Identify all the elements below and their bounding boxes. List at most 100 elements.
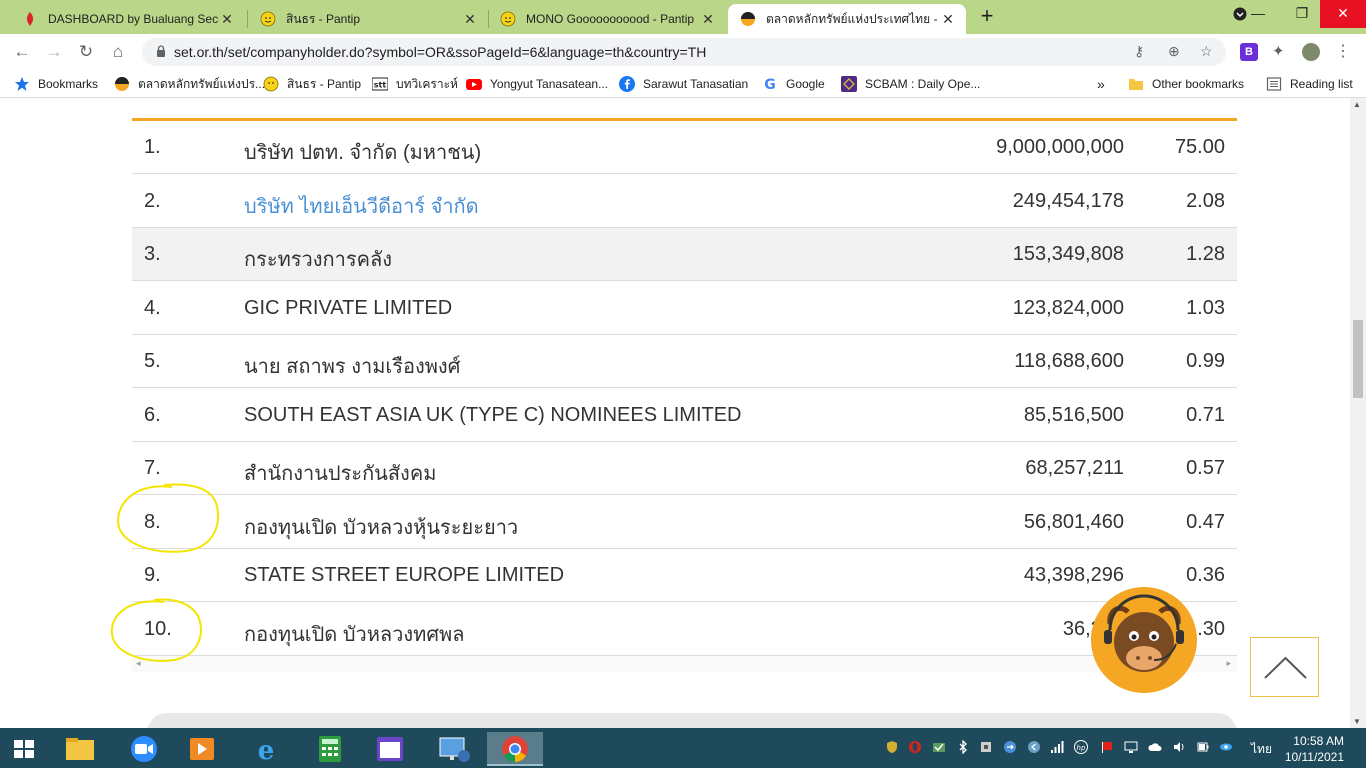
rank-cell: 7. xyxy=(144,457,161,479)
shareholder-name-cell: กองทุนเปิด บัวหลวงหุ้นระยะยาว xyxy=(244,517,519,539)
menu-kebab-icon[interactable]: ⋮ xyxy=(1334,43,1352,61)
minimize-button[interactable]: — xyxy=(1236,0,1280,28)
table-row: 8. กองทุนเปิด บัวหลวงหุ้นระยะยาว 56,801,… xyxy=(132,496,1237,549)
bookmark-facebook[interactable]: Sarawut Tanasatian xyxy=(619,76,748,92)
scbam-icon xyxy=(841,76,857,92)
table-row: 4. GIC PRIVATE LIMITED 123,824,000 1.03 xyxy=(132,282,1237,335)
usb-device-tray-icon[interactable] xyxy=(979,740,993,754)
table-horizontal-scrollbar[interactable]: ◂ ▸ xyxy=(132,656,1237,672)
bookmark-bookmarks[interactable]: Bookmarks xyxy=(14,76,98,92)
annotation-circle-row-8 xyxy=(116,483,220,553)
bookmark-google[interactable]: G Google xyxy=(762,76,825,92)
forward-arrow-icon[interactable]: → xyxy=(42,40,66,64)
internet-explorer-icon[interactable]: e xyxy=(242,732,290,766)
chrome-icon xyxy=(502,736,528,762)
volume-icon[interactable] xyxy=(1172,740,1186,754)
flag-tray-icon[interactable] xyxy=(1100,740,1114,754)
hp-tray-icon[interactable]: hp xyxy=(1074,740,1088,754)
tab-close-icon[interactable]: ✕ xyxy=(940,11,956,28)
tab-close-icon[interactable]: ✕ xyxy=(462,11,478,28)
page-vertical-scrollbar[interactable]: ▲ ▼ xyxy=(1350,98,1366,728)
lock-icon xyxy=(157,45,165,57)
clock-date[interactable]: 10/11/2021 xyxy=(1285,750,1344,764)
home-icon[interactable]: ⌂ xyxy=(106,40,130,64)
zoom-icon[interactable]: ⊕ xyxy=(1168,43,1180,60)
percent-cell: 0.71 xyxy=(1186,404,1225,426)
table-row: 6. SOUTH EAST ASIA UK (TYPE C) NOMINEES … xyxy=(132,389,1237,442)
reading-list-icon xyxy=(1266,77,1282,91)
tab-pantip-mono[interactable]: MONO Gooooooooood - Pantip ✕ xyxy=(488,4,726,34)
shareholder-name-link[interactable]: บริษัท ไทยเอ็นวีดีอาร์ จำกัด xyxy=(244,190,479,222)
opera-tray-icon[interactable] xyxy=(908,740,922,754)
new-tab-button[interactable]: + xyxy=(976,5,998,28)
pantip-emoji-icon xyxy=(263,76,279,92)
scroll-right-icon[interactable]: ▸ xyxy=(1226,658,1231,669)
svg-text:e: e xyxy=(258,736,275,766)
address-bar[interactable]: set.or.th/set/companyholder.do?symbol=OR… xyxy=(142,38,1226,66)
bookmark-star-icon[interactable]: ☆ xyxy=(1200,43,1213,60)
bookmarks-overflow-chevron-icon[interactable]: » xyxy=(1097,76,1105,92)
zoom-app-icon[interactable] xyxy=(120,732,168,766)
rank-cell: 9. xyxy=(144,564,161,586)
table-row: 1. บริษัท ปตท. จำกัด (มหาชน) 9,000,000,0… xyxy=(132,121,1237,174)
signal-bars-icon[interactable] xyxy=(1050,740,1064,754)
chat-mascot-buffalo-icon[interactable] xyxy=(1090,586,1198,694)
onedrive-cloud-icon[interactable] xyxy=(1148,740,1162,754)
tab-pantip-sinthorn[interactable]: สินธร - Pantip ✕ xyxy=(248,4,488,34)
calculator-icon[interactable] xyxy=(306,732,354,766)
rank-cell: 5. xyxy=(144,350,161,372)
scroll-down-icon[interactable]: ▼ xyxy=(1353,717,1361,726)
file-explorer-icon[interactable] xyxy=(56,732,104,766)
bookmark-other-bookmarks[interactable]: Other bookmarks xyxy=(1128,76,1244,92)
table-row: 9. STATE STREET EUROPE LIMITED 43,398,29… xyxy=(132,549,1237,602)
eye-tray-icon[interactable] xyxy=(1219,740,1233,754)
bookmark-label: Google xyxy=(786,77,825,91)
back-arrow-icon[interactable]: ← xyxy=(10,40,34,64)
percent-cell: 1.28 xyxy=(1186,243,1225,265)
bookmark-scbam[interactable]: SCBAM : Daily Ope... xyxy=(841,76,980,92)
shield-tray-icon[interactable] xyxy=(885,740,899,754)
percent-cell: 0.36 xyxy=(1186,564,1225,586)
percent-cell: 0.99 xyxy=(1186,350,1225,372)
percent-cell: 0.57 xyxy=(1186,457,1225,479)
bookmark-set[interactable]: ตลาดหลักทรัพย์แห่งปร... xyxy=(114,76,265,92)
tab-set-active[interactable]: ตลาดหลักทรัพย์แห่งประเทศไทย - ข้อมู ✕ xyxy=(728,4,966,34)
stt-icon: stt xyxy=(372,77,388,91)
battery-icon[interactable] xyxy=(1196,740,1210,754)
chrome-taskbar-button[interactable] xyxy=(487,732,543,766)
extension-b-icon[interactable]: B xyxy=(1240,43,1258,61)
windows-start-icon[interactable] xyxy=(0,732,48,766)
reload-icon[interactable]: ↻ xyxy=(74,40,98,64)
tab-dashboard-bualuang[interactable]: DASHBOARD by Bualuang Securi ✕ xyxy=(10,4,245,34)
bookmark-stt[interactable]: stt บทวิเคราะห์ xyxy=(372,76,458,92)
bookmark-pantip[interactable]: สินธร - Pantip xyxy=(263,76,361,92)
table-row: 2. บริษัท ไทยเอ็นวีดีอาร์ จำกัด 249,454,… xyxy=(132,175,1237,228)
bookmark-youtube[interactable]: Yongyut Tanasatean... xyxy=(466,76,608,92)
tab-close-icon[interactable]: ✕ xyxy=(700,11,716,28)
chevron-up-icon xyxy=(1264,656,1307,679)
remote-desktop-icon[interactable] xyxy=(430,732,478,766)
reading-list-button[interactable]: Reading list xyxy=(1266,76,1353,92)
profile-avatar[interactable] xyxy=(1302,43,1320,61)
restore-button[interactable]: ❐ xyxy=(1280,0,1324,28)
scroll-up-icon[interactable]: ▲ xyxy=(1353,100,1361,109)
extensions-puzzle-icon[interactable]: ✦ xyxy=(1272,43,1290,61)
security-check-tray-icon[interactable] xyxy=(932,740,946,754)
tab-close-icon[interactable]: ✕ xyxy=(219,11,235,28)
close-window-button[interactable]: ✕ xyxy=(1320,0,1366,28)
back-circle-tray-icon[interactable] xyxy=(1027,740,1041,754)
key-icon[interactable]: ⚷ xyxy=(1134,43,1144,60)
bluetooth-icon[interactable] xyxy=(956,740,970,754)
browser-tab-strip: DASHBOARD by Bualuang Securi ✕ สินธร - P… xyxy=(0,0,1366,34)
network-sync-tray-icon[interactable] xyxy=(1003,740,1017,754)
clock-time[interactable]: 10:58 AM xyxy=(1293,734,1344,748)
back-to-top-button[interactable] xyxy=(1250,637,1319,697)
percent-cell: 0.47 xyxy=(1186,511,1225,533)
media-player-icon[interactable] xyxy=(178,732,226,766)
calendar-app-icon[interactable] xyxy=(366,732,414,766)
scrollbar-thumb[interactable] xyxy=(1353,320,1363,398)
set-logo-icon xyxy=(115,77,129,91)
page-content: 1. บริษัท ปตท. จำกัด (มหาชน) 9,000,000,0… xyxy=(0,98,1350,728)
input-language-indicator[interactable]: ไทย xyxy=(1251,740,1272,759)
monitor-tray-icon[interactable] xyxy=(1124,740,1138,754)
